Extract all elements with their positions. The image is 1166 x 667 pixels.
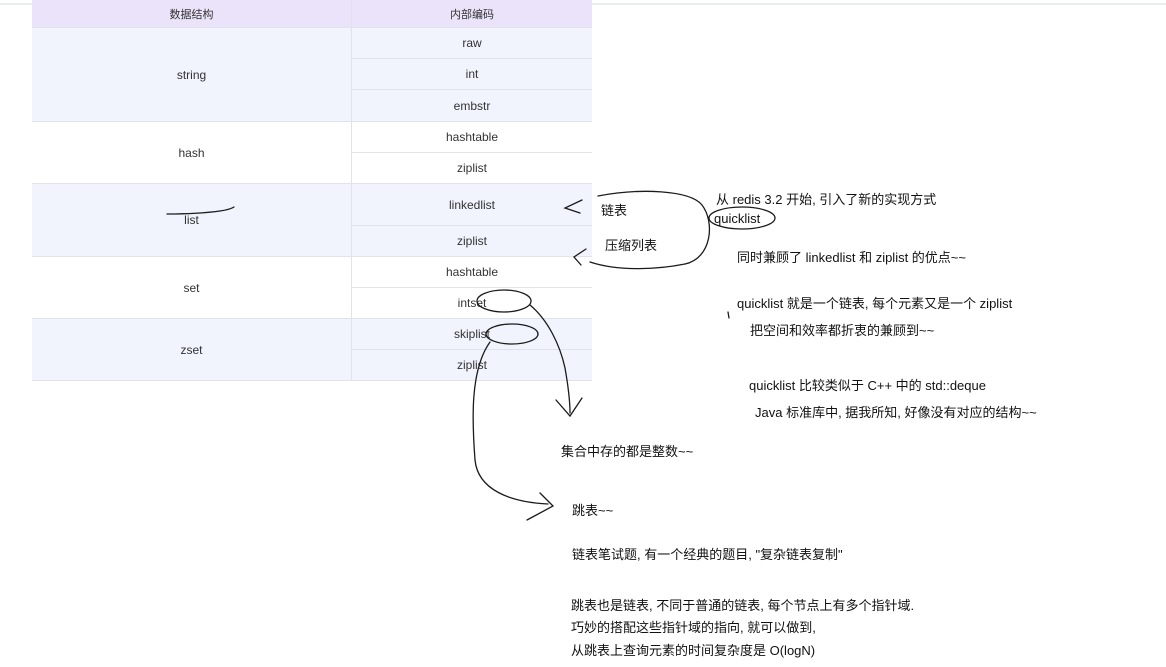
quicklist-note: quicklist	[714, 211, 761, 226]
skiplist-note: 跳表~~	[572, 503, 614, 518]
ziplist-label: 压缩列表	[605, 238, 658, 253]
skiplist-note: 巧妙的搭配这些指针域的指向, 就可以做到,	[571, 620, 816, 635]
quicklist-note: 把空间和效率都折衷的兼顾到~~	[750, 323, 935, 338]
skiplist-circle	[485, 323, 539, 345]
intset-circle	[476, 289, 532, 313]
redis-version-note: 从 redis 3.2 开始, 引入了新的实现方式	[716, 192, 937, 207]
skiplist-note: 链表笔试题, 有一个经典的题目, "复杂链表复制"	[572, 547, 843, 562]
skiplist-to-note-curve	[472, 341, 549, 505]
quicklist-note: Java 标准库中, 据我所知, 好像没有对应的结构~~	[755, 405, 1037, 420]
quicklist-note: 同时兼顾了 linkedlist 和 ziplist 的优点~~	[737, 250, 966, 265]
skiplist-note: 跳表也是链表, 不同于普通的链表, 每个节点上有多个指针域.	[571, 598, 915, 613]
skiplist-note: 从跳表上查询元素的时间复杂度是 O(logN)	[571, 643, 816, 658]
quicklist-note: quicklist 比较类似于 C++ 中的 std::deque	[749, 378, 986, 393]
list-underline-stroke	[166, 206, 235, 215]
intset-note: 集合中存的都是整数~~	[561, 444, 694, 459]
handwritten-annotations	[166, 190, 776, 521]
arrow-to-ziplist	[573, 248, 587, 266]
skiplist-arrowhead	[526, 492, 555, 521]
arrow-to-linkedlist	[563, 199, 583, 214]
linked-list-label: 链表	[601, 203, 628, 218]
quicklist-tick	[727, 311, 730, 319]
quicklist-note: quicklist 就是一个链表, 每个元素又是一个 ziplist	[737, 296, 1013, 311]
intset-to-note-curve	[529, 304, 571, 414]
